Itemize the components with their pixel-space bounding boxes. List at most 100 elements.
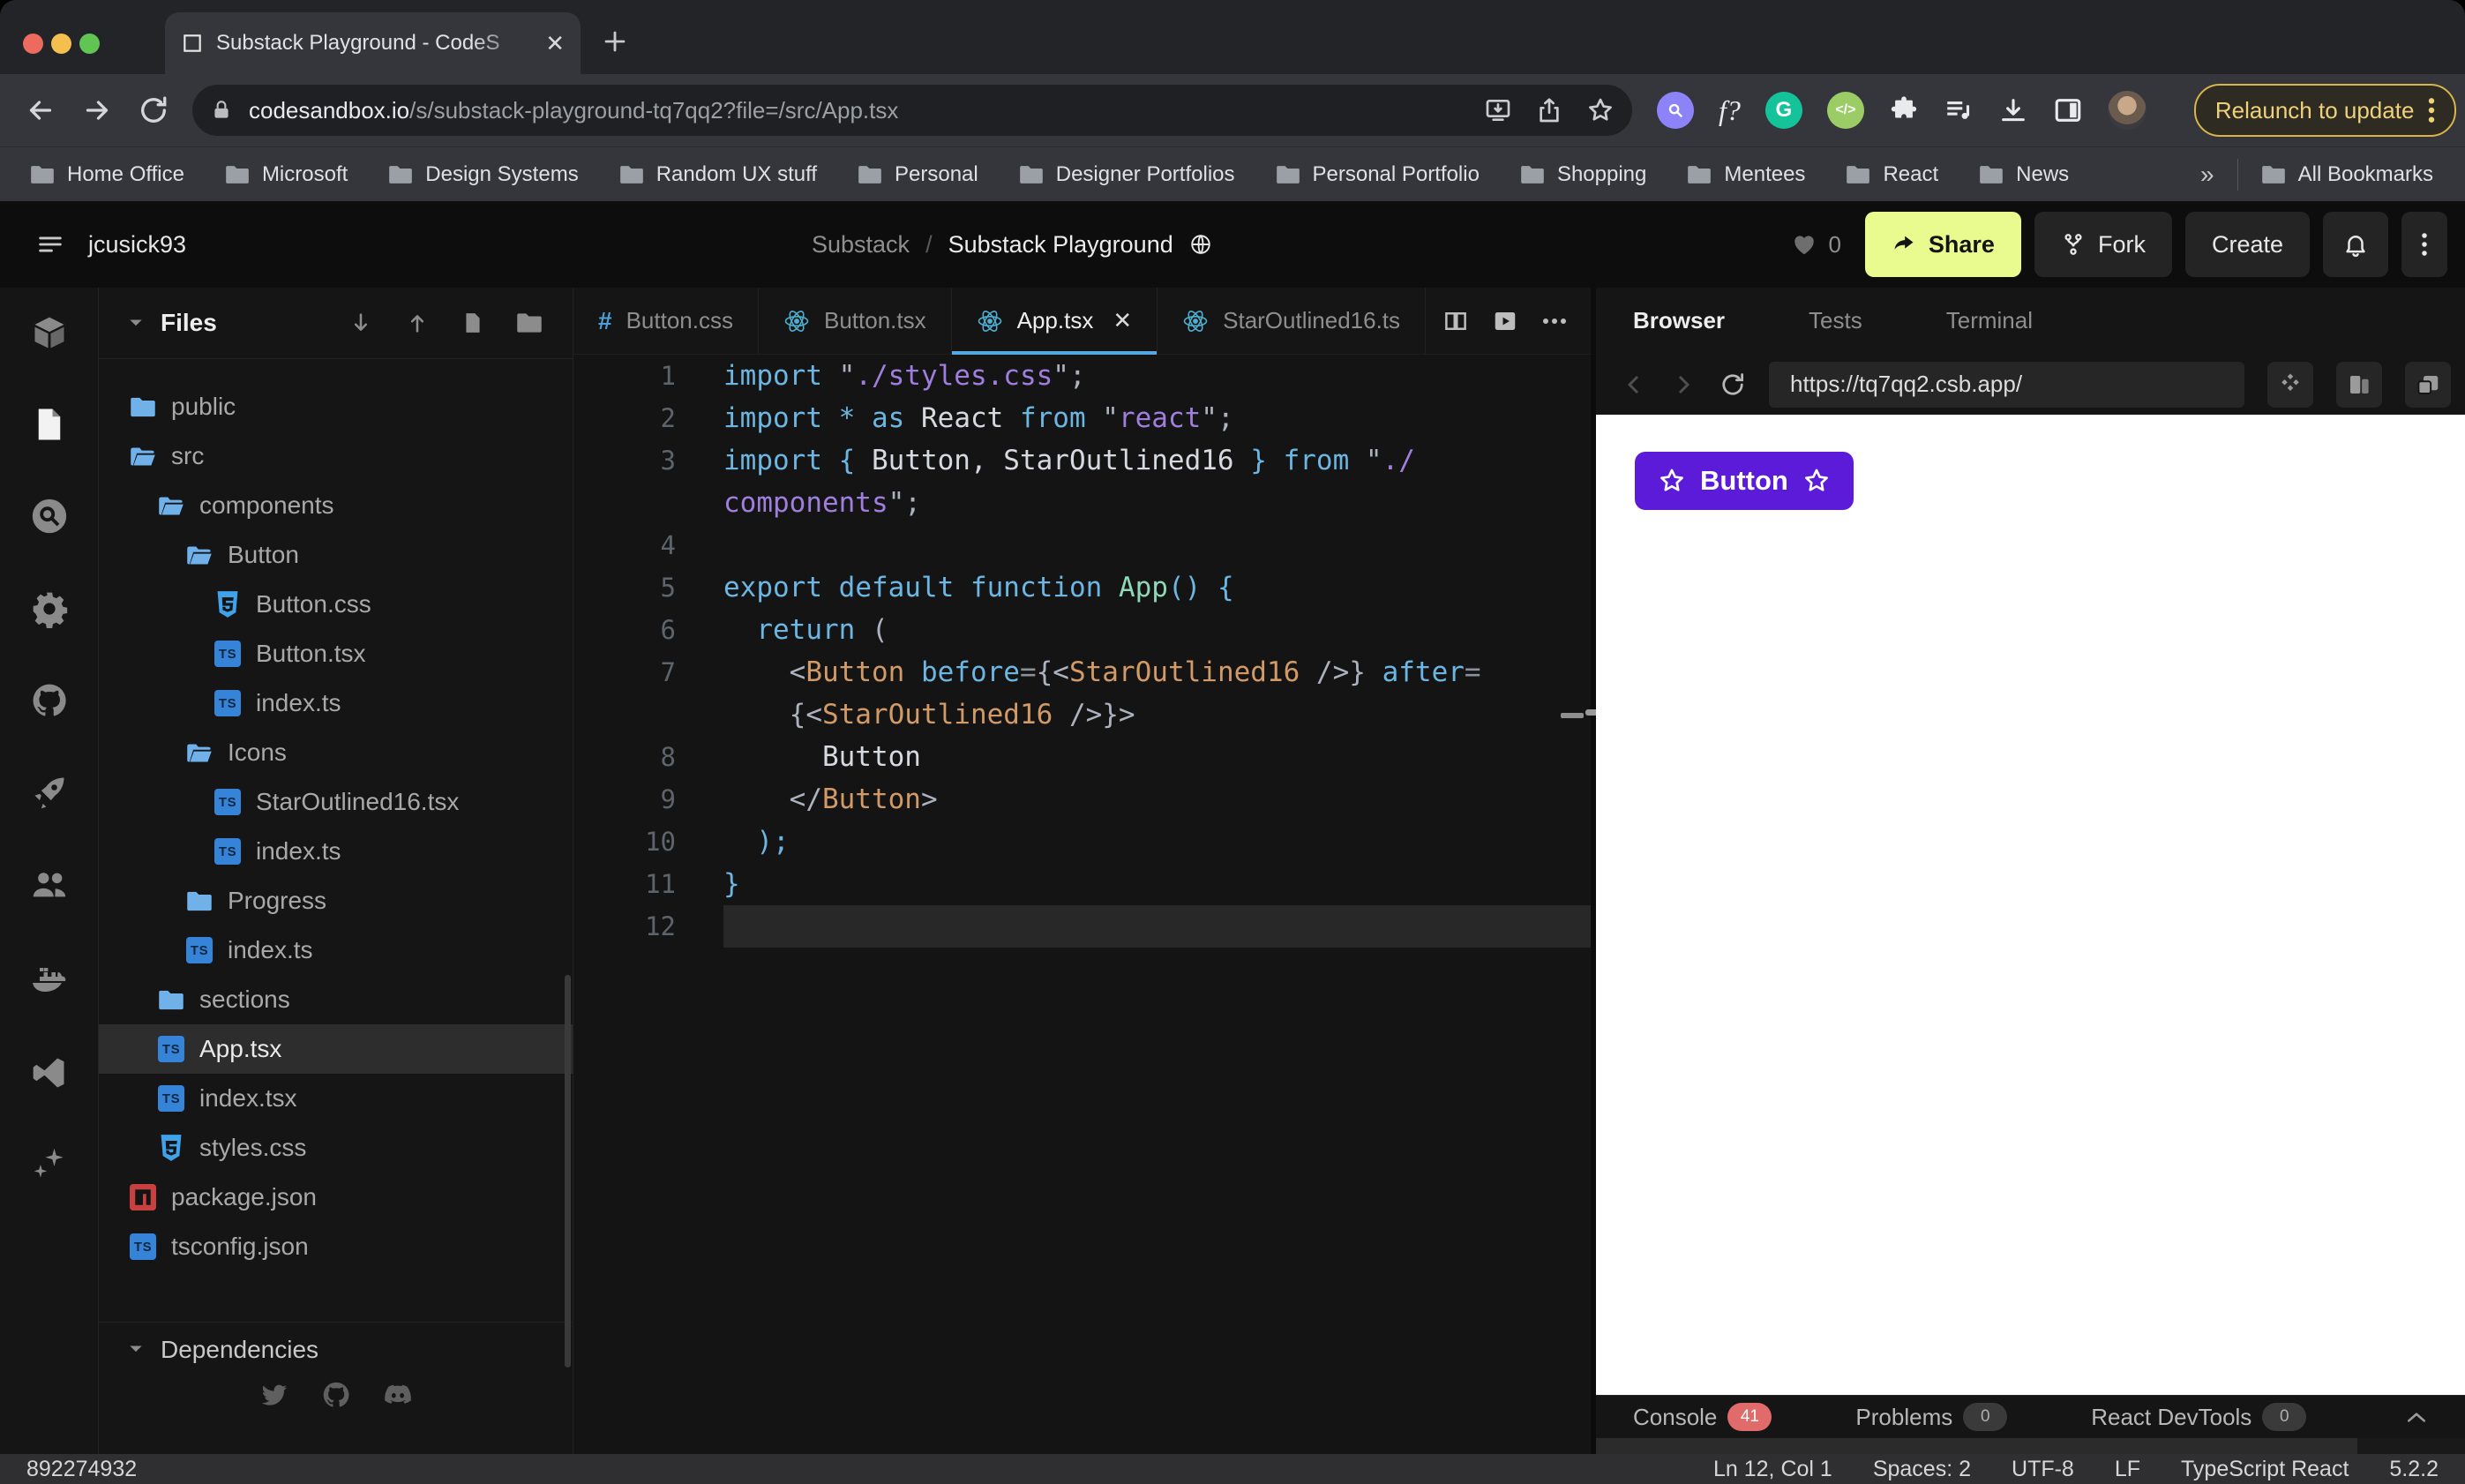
preview-back-icon[interactable]: [1621, 371, 1647, 398]
file-tree-item-public[interactable]: public: [99, 382, 573, 431]
console-scrollbar-track[interactable]: [1596, 1438, 2465, 1454]
code-line[interactable]: {<StarOutlined16 />}>: [573, 693, 1591, 736]
back-icon[interactable]: [12, 94, 69, 126]
bookmark-item[interactable]: Mentees: [1687, 162, 1805, 187]
bookmark-item[interactable]: Microsoft: [225, 162, 348, 187]
github-link-icon[interactable]: [321, 1380, 351, 1410]
browser-tab[interactable]: Substack Playground - CodeS ✕: [165, 12, 581, 74]
profile-avatar[interactable]: [2107, 91, 2147, 130]
status-item[interactable]: UTF-8: [2012, 1457, 2074, 1482]
dependencies-section-header[interactable]: Dependencies: [99, 1322, 573, 1376]
preview-modes-diamond-icon[interactable]: [2267, 361, 2313, 408]
code-line[interactable]: 8 Button: [573, 736, 1591, 778]
expand-console-chevron-icon[interactable]: [2405, 1409, 2428, 1425]
notifications-bell-button[interactable]: [2323, 212, 2388, 277]
status-item[interactable]: TypeScript React: [2181, 1457, 2349, 1482]
bookmark-item[interactable]: Personal Portfolio: [1276, 162, 1480, 187]
preview-tab-terminal[interactable]: Terminal: [1946, 307, 2033, 334]
sidebar-scrollbar[interactable]: [565, 975, 571, 1368]
chevron-down-icon[interactable]: [129, 319, 143, 328]
status-item[interactable]: 5.2.2: [2389, 1457, 2439, 1482]
bookmark-item[interactable]: Shopping: [1520, 162, 1646, 187]
editor-tab-app-tsx[interactable]: App.tsx ✕: [951, 288, 1158, 355]
code-line[interactable]: 4: [573, 524, 1591, 566]
file-tree-item-button-tsx[interactable]: TS Button.tsx: [99, 629, 573, 678]
file-tree-item-index-ts[interactable]: TS index.ts: [99, 678, 573, 728]
code-area[interactable]: 1 import "./styles.css"; 2 import * as Reac…: [573, 355, 1591, 948]
header-kebab-menu-button[interactable]: [2401, 212, 2447, 277]
vscode-icon[interactable]: [30, 1053, 69, 1092]
code-line[interactable]: 10 );: [573, 821, 1591, 863]
file-tree-item-app-tsx[interactable]: TS App.tsx: [99, 1024, 573, 1074]
file-tree-item-index-tsx[interactable]: TS index.tsx: [99, 1074, 573, 1123]
docker-icon[interactable]: [28, 958, 71, 1001]
discord-icon[interactable]: [383, 1380, 413, 1410]
devtools-tab-problems[interactable]: Problems 0: [1855, 1403, 2008, 1431]
all-bookmarks-folder[interactable]: All Bookmarks: [2261, 162, 2433, 187]
code-extension-icon[interactable]: </>: [1826, 92, 1864, 129]
minimize-window-button[interactable]: [51, 34, 71, 54]
new-tab-button[interactable]: [600, 26, 630, 56]
file-tree-item-icons[interactable]: Icons: [99, 728, 573, 777]
new-folder-icon[interactable]: [516, 311, 543, 334]
upload-arrow-icon[interactable]: [405, 311, 430, 335]
breadcrumb-parent[interactable]: Substack: [812, 231, 910, 259]
preview-tab-tests[interactable]: Tests: [1809, 307, 1862, 334]
media-queue-icon[interactable]: [1944, 95, 1974, 125]
file-tree-item-progress[interactable]: Progress: [99, 876, 573, 926]
code-line[interactable]: 2 import * as React from "react";: [573, 397, 1591, 439]
bookmark-item[interactable]: Personal: [858, 162, 978, 187]
editor-more-ellipsis-icon[interactable]: [1541, 317, 1568, 326]
close-tab-icon[interactable]: ✕: [1113, 307, 1132, 334]
github-icon[interactable]: [30, 681, 69, 720]
status-item[interactable]: Ln 12, Col 1: [1713, 1457, 1832, 1482]
likes[interactable]: 0: [1791, 231, 1841, 259]
relaunch-to-update-button[interactable]: Relaunch to update: [2193, 84, 2457, 137]
files-explorer-icon[interactable]: [31, 406, 68, 443]
sandbox-cube-icon[interactable]: [30, 314, 69, 353]
file-tree-item-sections[interactable]: sections: [99, 975, 573, 1024]
install-app-icon[interactable]: [1484, 96, 1512, 124]
code-line[interactable]: 1 import "./styles.css";: [573, 355, 1591, 397]
status-item[interactable]: LF: [2115, 1457, 2140, 1482]
preview-forward-icon[interactable]: [1670, 371, 1697, 398]
extensions-puzzle-icon[interactable]: [1889, 95, 1919, 125]
bookmark-item[interactable]: Home Office: [30, 162, 184, 187]
reload-icon[interactable]: [125, 94, 182, 126]
close-window-button[interactable]: [23, 34, 43, 54]
file-tree-item-package-json[interactable]: package.json: [99, 1173, 573, 1222]
bookmark-star-icon[interactable]: [1586, 96, 1615, 124]
deploy-rocket-icon[interactable]: [30, 773, 69, 812]
url-bar[interactable]: codesandbox.io/s/substack-playground-tq7…: [192, 85, 1632, 136]
bookmark-item[interactable]: Designer Portfolios: [1019, 162, 1235, 187]
ai-sparkles-icon[interactable]: [30, 1145, 69, 1184]
font-finder-extension-icon[interactable]: f?: [1719, 94, 1741, 127]
preview-refresh-icon[interactable]: [1720, 371, 1746, 398]
file-tree-item-tsconfig-json[interactable]: TS tsconfig.json: [99, 1222, 573, 1271]
code-line[interactable]: components";: [573, 482, 1591, 524]
preview-iframe[interactable]: Button: [1596, 415, 2465, 1395]
file-tree-item-components[interactable]: components: [99, 481, 573, 530]
download-arrow-icon[interactable]: [348, 311, 373, 335]
fork-button[interactable]: Fork: [2034, 212, 2172, 277]
username-label[interactable]: jcusick93: [88, 231, 186, 259]
grammarly-extension-icon[interactable]: G: [1764, 92, 1802, 129]
code-line[interactable]: 11}: [573, 863, 1591, 905]
split-editor-icon[interactable]: [1442, 308, 1469, 334]
search-icon[interactable]: [29, 496, 70, 536]
file-tree-item-styles-css[interactable]: styles.css: [99, 1123, 573, 1173]
code-line[interactable]: 12: [573, 905, 1591, 948]
open-in-new-window-icon[interactable]: [2405, 361, 2451, 408]
preview-tab-browser[interactable]: Browser: [1633, 307, 1725, 334]
bookmarks-overflow-chevron[interactable]: »: [2200, 161, 2214, 189]
browser-menu-kebab-icon[interactable]: [2428, 96, 2435, 124]
devtools-tab-react-devtools[interactable]: React DevTools 0: [2091, 1403, 2307, 1431]
bookmark-item[interactable]: News: [1979, 162, 2069, 187]
file-tree-item-button[interactable]: Button: [99, 530, 573, 580]
collaborators-icon[interactable]: [29, 865, 70, 905]
code-line[interactable]: 7 <Button before={<StarOutlined16 />} af…: [573, 651, 1591, 693]
bookmark-item[interactable]: React: [1846, 162, 1938, 187]
console-scrollbar-thumb[interactable]: [1596, 1438, 2357, 1454]
preview-url-input[interactable]: https://tq7qq2.csb.app/: [1769, 361, 2244, 408]
downloads-icon[interactable]: [1998, 95, 2028, 125]
